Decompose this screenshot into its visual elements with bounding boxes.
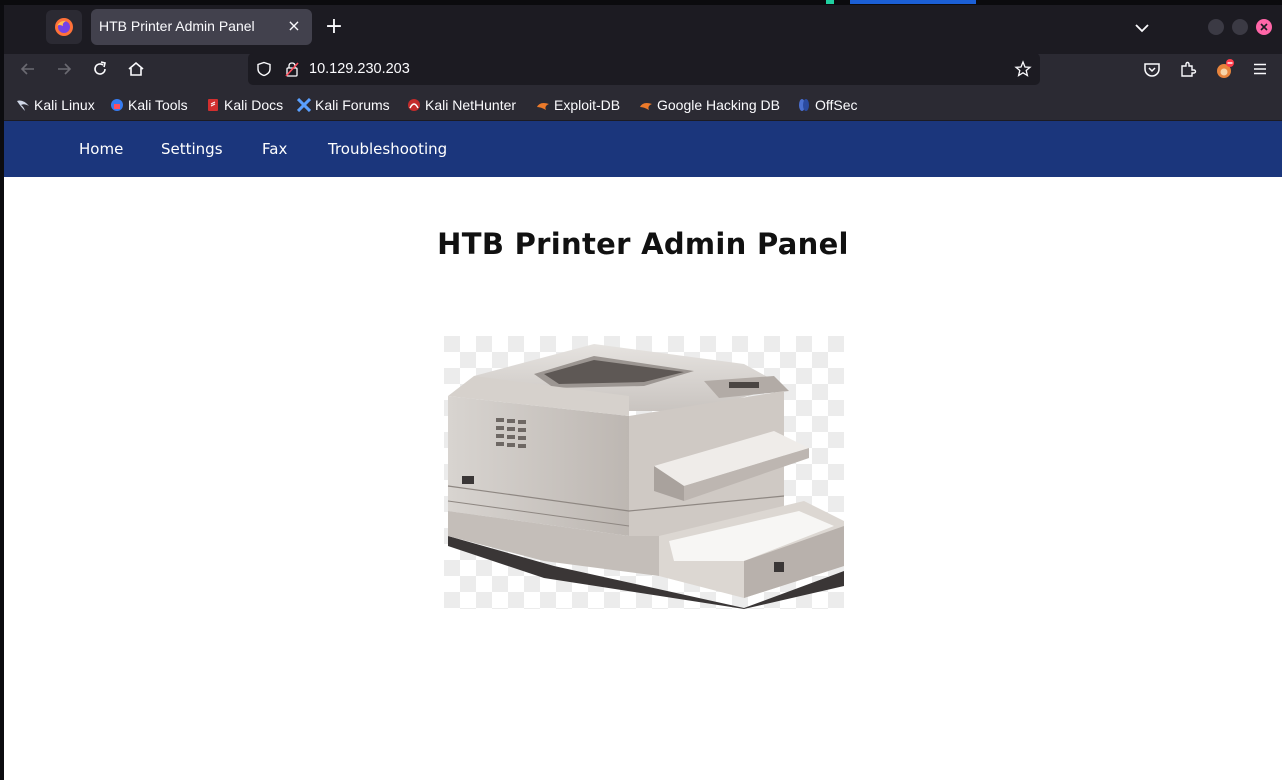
arrow-left-icon [20,63,34,75]
home-button[interactable] [124,57,148,81]
bookmark-kali-tools[interactable]: Kali Tools [110,96,188,114]
ghdb-icon [640,103,652,110]
page-title: HTB Printer Admin Panel [437,227,849,261]
offsec-icon [799,99,809,111]
exploit-db-icon [537,103,549,110]
firefox-icon [55,18,73,36]
hamburger-menu-icon [1254,63,1266,75]
bookmark-label: Kali Docs [224,97,284,113]
url-bar[interactable]: 10.129.230.203 [248,53,1040,85]
foxyproxy-icon [1217,59,1234,78]
foxyproxy-button[interactable] [1212,57,1236,81]
reload-icon [94,61,106,75]
chevron-down-icon [1135,24,1149,33]
kali-docs-icon [208,99,218,111]
nav-link-fax[interactable]: Fax [262,140,287,158]
bookmark-label: Kali Linux [34,97,95,113]
list-all-tabs-button[interactable] [1130,16,1154,40]
bookmark-label: Exploit-DB [554,97,621,113]
tab-active[interactable]: HTB Printer Admin Panel × [91,9,312,45]
kali-tools-icon [111,99,123,111]
desktop-top-panel [0,0,1282,5]
url-text[interactable]: 10.129.230.203 [309,61,410,77]
arrow-right-icon [58,63,72,75]
pocket-button[interactable] [1140,57,1164,81]
home-icon [128,61,144,76]
tab-close-icon[interactable]: × [284,16,304,36]
bookmark-label: Kali NetHunter [425,97,517,113]
new-tab-button[interactable]: + [322,16,346,40]
close-icon [1260,23,1268,31]
tracking-protection-shield-icon[interactable] [256,61,272,77]
maximize-button[interactable] [1232,19,1248,35]
bookmark-kali-linux[interactable]: Kali Linux [16,96,95,114]
extensions-button[interactable] [1176,57,1200,81]
bookmark-label: Kali Forums [315,97,390,113]
minimize-button[interactable] [1208,19,1224,35]
close-window-button[interactable] [1256,19,1272,35]
bookmark-label: Google Hacking DB [657,97,780,113]
reload-button[interactable] [88,57,112,81]
pocket-icon [1144,63,1160,77]
bookmark-kali-docs[interactable]: Kali Docs [206,96,283,114]
insecure-lock-icon[interactable] [284,61,300,77]
kali-dragon-icon [17,100,29,111]
back-button[interactable] [16,57,40,81]
bookmark-kali-nethunter[interactable]: Kali NetHunter [407,96,516,114]
puzzle-icon [1181,61,1197,77]
bookmark-kali-forums[interactable]: Kali Forums [297,96,390,114]
desktop-panel-indicator [850,0,976,4]
tab-title: HTB Printer Admin Panel [99,18,255,34]
nav-link-home[interactable]: Home [79,140,123,158]
forward-button[interactable] [52,57,76,81]
kali-nethunter-icon [408,99,420,111]
bookmark-exploit-db[interactable]: Exploit-DB [536,96,620,114]
bookmark-label: OffSec [815,97,858,113]
bookmark-offsec[interactable]: OffSec [797,96,858,114]
page-content: Home Settings Fax Troubleshooting HTB Pr… [4,121,1282,780]
firefox-view-button[interactable] [46,10,82,44]
site-navbar: Home Settings Fax Troubleshooting [4,121,1282,177]
desktop-panel-indicator-small [826,0,834,4]
bookmark-star-icon[interactable] [1014,60,1032,78]
nav-link-troubleshooting[interactable]: Troubleshooting [328,140,447,158]
kali-forums-icon [297,98,311,112]
bookmark-google-hacking-db[interactable]: Google Hacking DB [639,96,780,114]
printer-image [444,336,844,609]
app-menu-button[interactable] [1248,57,1272,81]
nav-link-settings[interactable]: Settings [161,140,223,158]
bookmark-label: Kali Tools [128,97,188,113]
